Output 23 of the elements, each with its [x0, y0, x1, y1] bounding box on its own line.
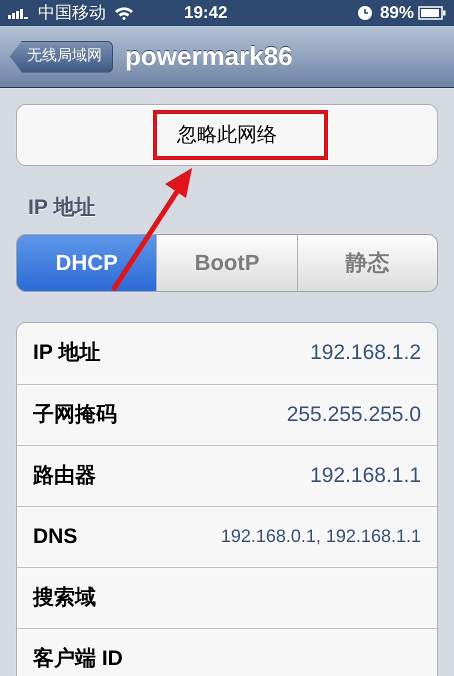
- row-label: 搜索域: [33, 584, 96, 611]
- forget-network-button[interactable]: 忽略此网络: [16, 104, 438, 166]
- segment-tab[interactable]: DHCP: [17, 234, 156, 290]
- segment-tab[interactable]: 静态: [296, 234, 437, 290]
- row-label: 客户端 ID: [33, 646, 123, 672]
- wifi-icon: [114, 6, 134, 20]
- row-label: 路由器: [33, 462, 96, 489]
- clock-icon: [358, 6, 372, 20]
- segment-tab[interactable]: BootP: [156, 234, 297, 290]
- battery-percent: 89%: [380, 2, 414, 24]
- row-value: 255.255.255.0: [286, 402, 421, 428]
- carrier-name: 中国移动: [38, 2, 106, 24]
- section-header: IP 地址: [28, 195, 96, 221]
- back-button[interactable]: 无线局域网: [10, 40, 113, 72]
- battery-icon: [418, 6, 446, 20]
- row-label: IP 地址: [33, 340, 100, 366]
- row-label: DNS: [33, 524, 78, 550]
- nav-title: powermark86: [125, 40, 293, 73]
- row-value: 192.168.1.2: [310, 340, 421, 366]
- row-value: 192.168.1.1: [310, 462, 421, 489]
- status-time: 19:42: [184, 2, 228, 24]
- row-label: 子网掩码: [33, 402, 117, 428]
- row-value: 192.168.0.1, 192.168.1.1: [220, 525, 421, 548]
